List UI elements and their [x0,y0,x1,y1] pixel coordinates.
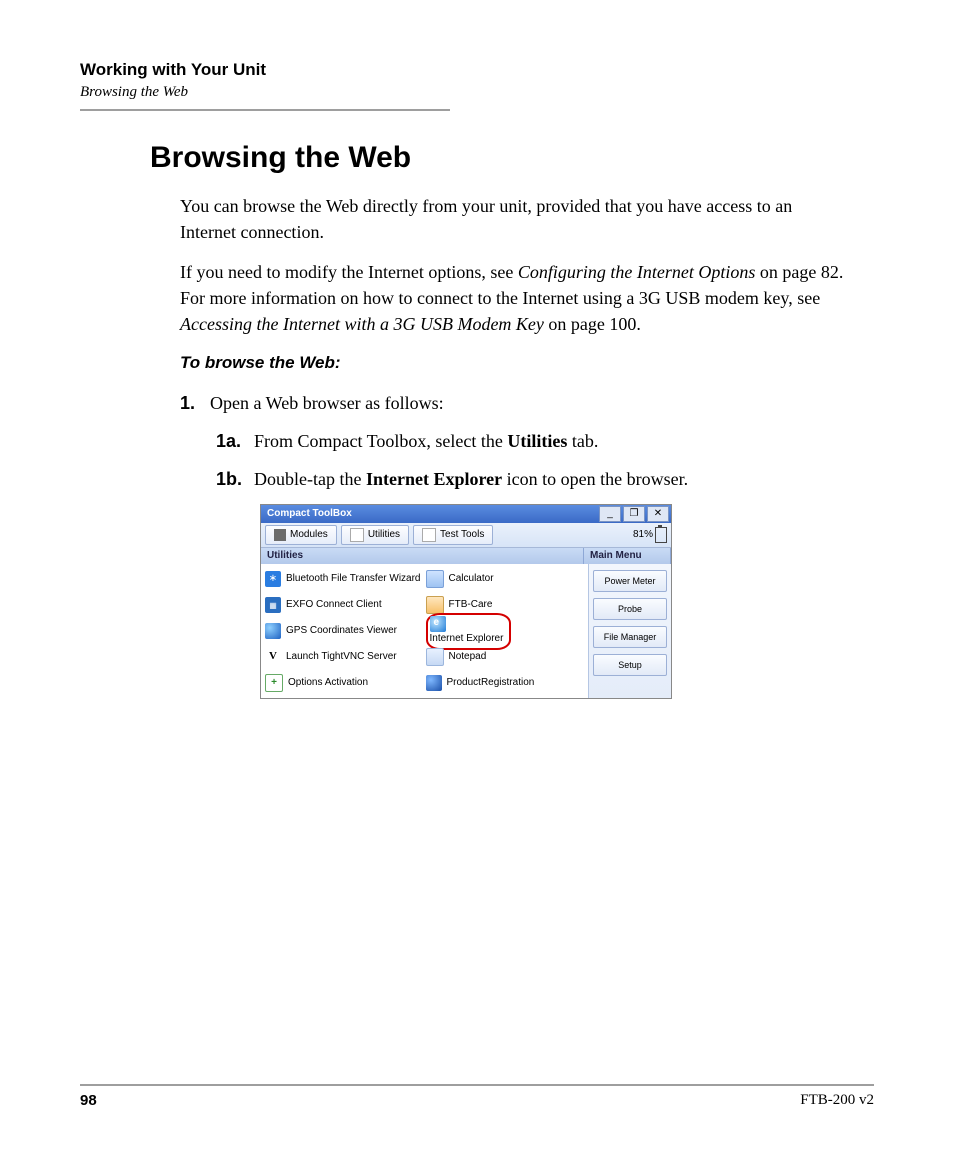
title-bar[interactable]: Compact ToolBox _ ❐ ✕ [261,505,671,523]
utility-grid: ∗ Bluetooth File Transfer Wizard Calculat… [261,564,588,698]
item-label: Notepad [449,650,487,665]
close-button[interactable]: ✕ [647,506,669,522]
btn-probe[interactable]: Probe [593,598,667,620]
item-label: Options Activation [288,676,368,691]
footer-rule [80,1084,874,1086]
text: on page 100. [544,314,641,334]
ie-icon [430,616,446,632]
procedure-heading: To browse the Web: [180,351,844,376]
tab-label: Test Tools [440,528,484,543]
step-text: Open a Web browser as follows: [210,390,844,416]
substep-text: Double-tap the Internet Explorer icon to… [254,466,844,492]
item-gps[interactable]: GPS Coordinates Viewer [265,622,424,640]
vnc-icon: V [265,649,281,665]
substep-number: 1b. [216,466,254,492]
btn-file-manager[interactable]: File Manager [593,626,667,648]
modules-icon [274,529,286,541]
registration-icon [426,675,442,691]
window-title: Compact ToolBox [263,507,597,522]
plus-icon: + [265,674,283,692]
main-menu-panel: Power Meter Probe File Manager Setup [588,564,671,698]
step-1a: 1a. From Compact Toolbox, select the Uti… [216,428,844,454]
item-calculator[interactable]: Calculator [426,570,585,588]
item-label: FTB-Care [449,598,493,613]
intro-para-1: You can browse the Web directly from you… [180,193,844,245]
substep-number: 1a. [216,428,254,454]
test-tools-icon [422,528,436,542]
tab-test-tools[interactable]: Test Tools [413,525,493,545]
item-bluetooth[interactable]: ∗ Bluetooth File Transfer Wizard [265,570,424,588]
item-product-registration[interactable]: ProductRegistration [426,674,585,692]
maximize-button[interactable]: ❐ [623,506,645,522]
btn-power-meter[interactable]: Power Meter [593,570,667,592]
header-rule [80,109,450,111]
page-footer: 98 FTB-200 v2 [80,1084,874,1109]
step-1b: 1b. Double-tap the Internet Explorer ico… [216,466,844,492]
item-label: GPS Coordinates Viewer [286,624,397,639]
item-options-activation[interactable]: + Options Activation [265,674,424,692]
tab-modules[interactable]: Modules [265,525,337,545]
step-1: 1. Open a Web browser as follows: [180,390,844,416]
step-number: 1. [180,390,210,416]
tab-label: Modules [290,528,328,543]
text: Double-tap the [254,469,366,489]
item-label: ProductRegistration [447,676,535,691]
page-title: Browsing the Web [150,141,874,175]
item-label: Bluetooth File Transfer Wizard [286,572,421,587]
exfo-icon: ▦ [265,597,281,613]
text: icon to open the browser. [502,469,688,489]
utilities-icon [350,528,364,542]
item-ftb-care[interactable]: FTB-Care [426,596,585,614]
globe-icon [265,623,281,639]
intro-para-2: If you need to modify the Internet optio… [180,259,844,337]
subtab-utilities[interactable]: Utilities [261,548,584,564]
battery-icon [655,527,667,543]
item-label: Launch TightVNC Server [286,650,397,665]
minimize-button[interactable]: _ [599,506,621,522]
xref-3g: Accessing the Internet with a 3G USB Mod… [180,314,544,334]
btn-setup[interactable]: Setup [593,654,667,676]
subtab-main-menu[interactable]: Main Menu [584,548,671,564]
bluetooth-icon: ∗ [265,571,281,587]
text: From Compact Toolbox, select the [254,431,507,451]
item-notepad[interactable]: Notepad [426,648,585,666]
item-label: Internet Explorer [430,633,504,644]
item-label: EXFO Connect Client [286,598,382,613]
bold-utilities: Utilities [507,431,567,451]
page-number: 98 [80,1092,97,1109]
item-label: Calculator [449,572,494,587]
chapter-title: Working with Your Unit [80,60,874,80]
text: If you need to modify the Internet optio… [180,262,518,282]
tab-utilities[interactable]: Utilities [341,525,409,545]
bold-ie: Internet Explorer [366,469,502,489]
xref-configuring: Configuring the Internet Options [518,262,756,282]
tab-bar: Modules Utilities Test Tools 81% [261,523,671,548]
tab-label: Utilities [368,528,400,543]
ftb-care-icon [426,596,444,614]
sub-tab-bar: Utilities Main Menu [261,548,671,564]
calculator-icon [426,570,444,588]
notepad-icon [426,648,444,666]
model-label: FTB-200 v2 [800,1092,874,1109]
item-exfo-connect[interactable]: ▦ EXFO Connect Client [265,596,424,614]
item-tightvnc[interactable]: V Launch TightVNC Server [265,648,424,666]
highlight-circle: Internet Explorer [426,613,512,650]
text: tab. [567,431,598,451]
compact-toolbox-window: Compact ToolBox _ ❐ ✕ Modules Utilities … [260,504,672,699]
item-internet-explorer[interactable]: Internet Explorer [426,622,585,640]
substep-text: From Compact Toolbox, select the Utiliti… [254,428,844,454]
section-title: Browsing the Web [80,84,874,101]
battery-percent: 81% [633,528,653,543]
